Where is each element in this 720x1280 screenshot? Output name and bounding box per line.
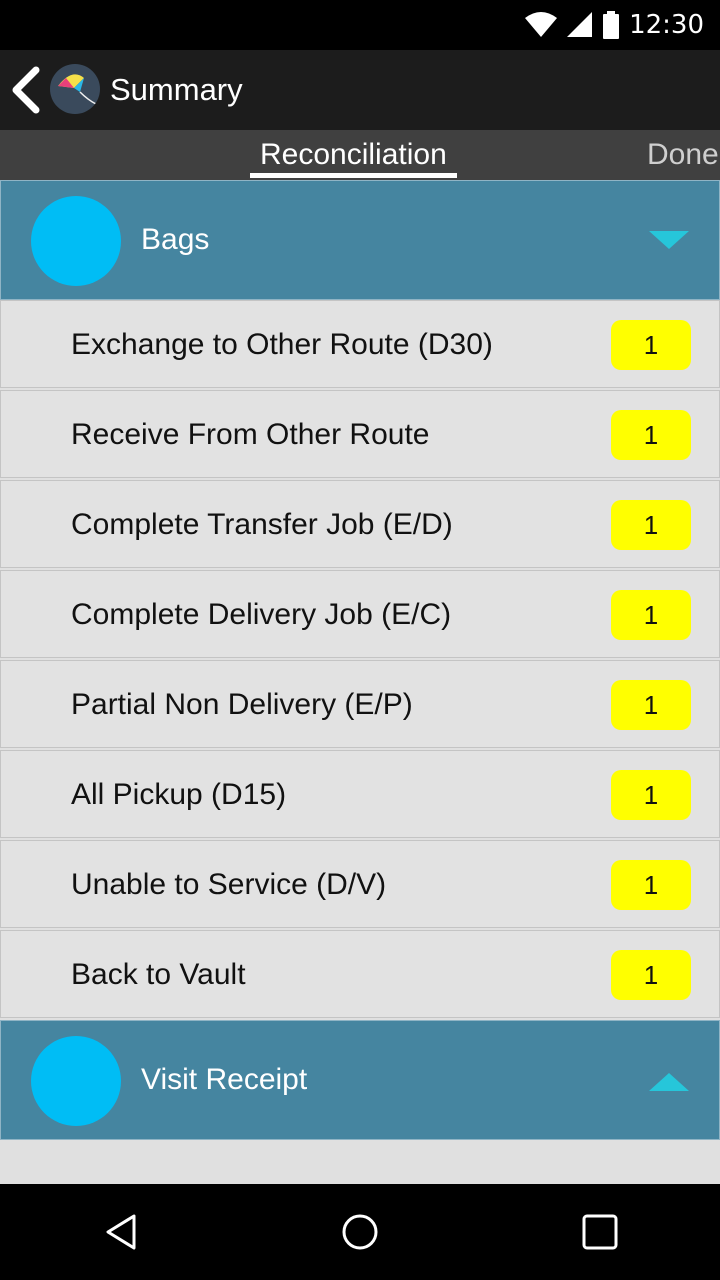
- expand-arrow-up-icon: [649, 1073, 689, 1091]
- list-item-label: Unable to Service (D/V): [71, 868, 387, 901]
- status-bar: 12:30: [0, 0, 720, 50]
- status-time: 12:30: [629, 10, 704, 40]
- list-item-label: Complete Delivery Job (E/C): [71, 598, 452, 631]
- list-item-label: Back to Vault: [71, 958, 246, 991]
- recents-square-icon[interactable]: [576, 1208, 624, 1256]
- list-item[interactable]: Complete Transfer Job (E/D) 1: [0, 480, 720, 568]
- app-title: Summary: [110, 72, 243, 107]
- tab-bar: Reconciliation Done: [0, 130, 720, 180]
- list-item-label: Partial Non Delivery (E/P): [71, 688, 413, 721]
- list-item[interactable]: All Pickup (D15) 1: [0, 750, 720, 838]
- count-badge: 1: [611, 500, 691, 550]
- list-item[interactable]: Exchange to Other Route (D30) 1: [0, 300, 720, 388]
- count-badge: 1: [611, 410, 691, 460]
- list-item-label: Complete Transfer Job (E/D): [71, 508, 453, 541]
- list-item[interactable]: Back to Vault 1: [0, 930, 720, 1018]
- tab-done[interactable]: Done: [647, 138, 719, 172]
- list-item[interactable]: Receive From Other Route 1: [0, 390, 720, 478]
- tab-label: Done: [647, 138, 719, 171]
- list-item-label: All Pickup (D15): [71, 778, 287, 811]
- back-triangle-icon[interactable]: [98, 1208, 146, 1256]
- count-badge: 1: [611, 860, 691, 910]
- chevron-left-icon[interactable]: [8, 66, 44, 114]
- cell-signal-icon: [567, 12, 593, 37]
- system-nav-bar: [0, 1184, 720, 1280]
- tab-reconciliation[interactable]: Reconciliation: [250, 138, 457, 178]
- count-badge: 1: [611, 950, 691, 1000]
- kite-logo-icon: [50, 64, 100, 114]
- tab-indicator: [250, 173, 457, 178]
- app-bar: Summary: [0, 50, 720, 130]
- section-title: Bags: [141, 223, 210, 256]
- count-badge: 1: [611, 770, 691, 820]
- section-title: Visit Receipt: [141, 1063, 308, 1096]
- list-item[interactable]: Unable to Service (D/V) 1: [0, 840, 720, 928]
- count-badge: 1: [611, 320, 691, 370]
- section-header-bags[interactable]: Bags: [0, 180, 720, 300]
- count-badge: 1: [611, 680, 691, 730]
- section-header-visit-receipt[interactable]: Visit Receipt: [0, 1020, 720, 1140]
- home-circle-icon[interactable]: [336, 1208, 384, 1256]
- list-item[interactable]: Complete Delivery Job (E/C) 1: [0, 570, 720, 658]
- list-item[interactable]: Partial Non Delivery (E/P) 1: [0, 660, 720, 748]
- list-item-label: Exchange to Other Route (D30): [71, 328, 493, 361]
- battery-icon: [603, 11, 620, 39]
- section-circle-icon: [31, 1036, 121, 1126]
- count-badge: 1: [611, 590, 691, 640]
- collapse-arrow-down-icon: [649, 231, 689, 249]
- list-item-label: Receive From Other Route: [71, 418, 430, 451]
- tab-label: Reconciliation: [260, 138, 447, 171]
- section-circle-icon: [31, 196, 121, 286]
- wifi-icon: [525, 12, 558, 37]
